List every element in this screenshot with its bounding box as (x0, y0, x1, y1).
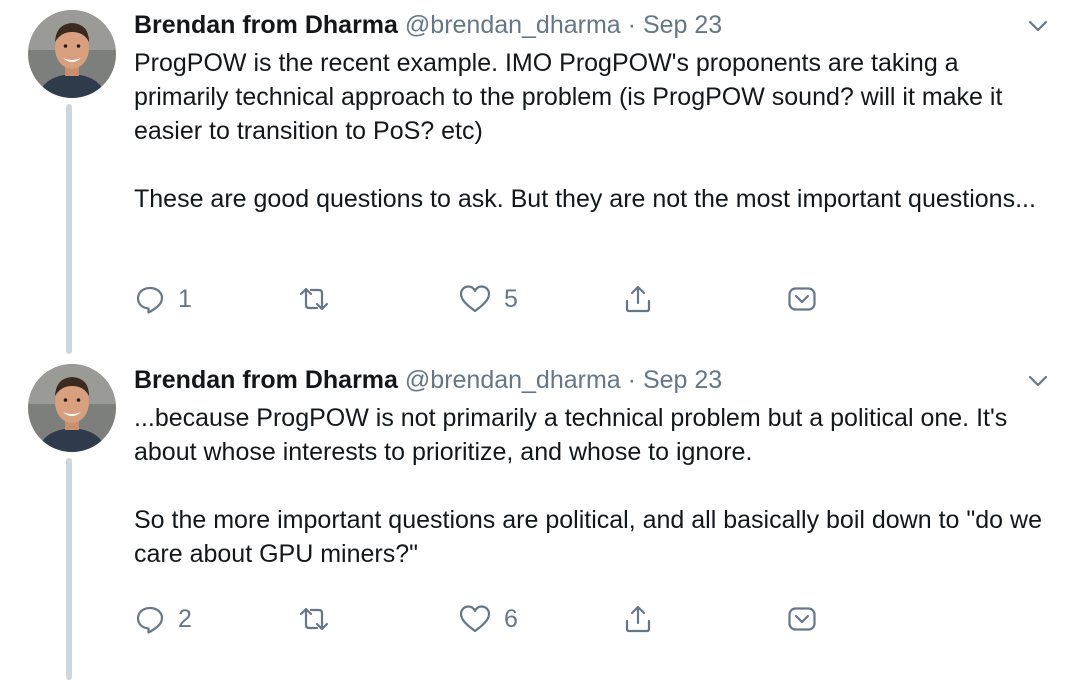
avatar[interactable] (28, 10, 116, 98)
author-handle[interactable]: @brendan_dharma (405, 11, 621, 39)
tweet-paragraph: These are good questions to ask. But the… (134, 185, 1036, 213)
share-icon (622, 603, 654, 635)
direct-message-button[interactable] (786, 601, 818, 637)
like-icon (458, 283, 492, 315)
like-count: 6 (504, 604, 518, 633)
chevron-down-icon[interactable] (1024, 12, 1052, 40)
tweet-paragraph: So the more important questions are poli… (134, 506, 1042, 568)
tweet-header: Brendan from Dharma @brendan_dharma · Se… (134, 365, 722, 395)
tweet-paragraph: ...because ProgPOW is not primarily a te… (134, 404, 1008, 466)
tweet-text: ...because ProgPOW is not primarily a te… (134, 401, 1054, 571)
share-button[interactable] (622, 281, 654, 317)
author-handle[interactable]: @brendan_dharma (405, 366, 621, 394)
tweet-paragraph: ProgPOW is the recent example. IMO ProgP… (134, 49, 1003, 145)
share-button[interactable] (622, 601, 654, 637)
reply-icon (134, 603, 166, 635)
reply-button[interactable]: 1 (134, 281, 192, 317)
like-icon (458, 603, 492, 635)
author-name[interactable]: Brendan from Dharma (134, 11, 398, 39)
chevron-down-icon[interactable] (1024, 367, 1052, 395)
retweet-icon (296, 603, 332, 635)
tweet-date[interactable]: Sep 23 (643, 366, 722, 394)
tweet-date[interactable]: Sep 23 (643, 11, 722, 39)
retweet-button[interactable] (296, 601, 332, 637)
tweet-actions: 2 6 (134, 601, 834, 637)
retweet-button[interactable] (296, 281, 332, 317)
dm-icon (786, 283, 818, 315)
like-button[interactable]: 6 (458, 601, 518, 637)
share-icon (622, 283, 654, 315)
direct-message-button[interactable] (786, 281, 818, 317)
tweet[interactable]: Brendan from Dharma @brendan_dharma · Se… (0, 350, 1076, 680)
tweet-text: ProgPOW is the recent example. IMO ProgP… (134, 46, 1054, 216)
header-separator: · (627, 366, 636, 394)
dm-icon (786, 603, 818, 635)
reply-button[interactable]: 2 (134, 601, 192, 637)
avatar[interactable] (28, 364, 116, 452)
tweet-actions: 1 5 (134, 281, 834, 317)
reply-count: 1 (178, 284, 192, 313)
reply-count: 2 (178, 604, 192, 633)
like-count: 5 (504, 284, 518, 313)
retweet-icon (296, 283, 332, 315)
tweet-header: Brendan from Dharma @brendan_dharma · Se… (134, 10, 722, 40)
reply-icon (134, 283, 166, 315)
like-button[interactable]: 5 (458, 281, 518, 317)
tweet[interactable]: Brendan from Dharma @brendan_dharma · Se… (0, 0, 1076, 350)
header-separator: · (627, 11, 636, 39)
author-name[interactable]: Brendan from Dharma (134, 366, 398, 394)
